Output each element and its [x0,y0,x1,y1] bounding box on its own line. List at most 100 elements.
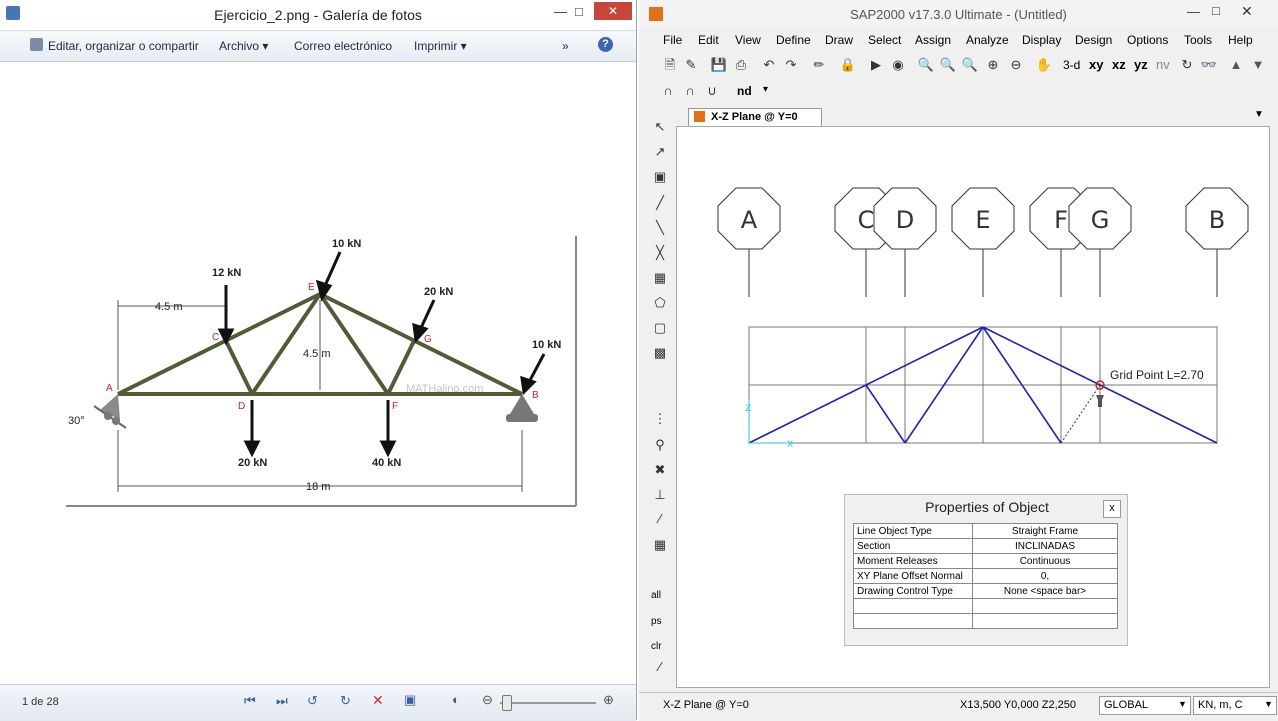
frame-assign-icon[interactable]: ∩ [681,82,699,100]
table-row [853,598,1118,614]
move-up-icon[interactable]: ▲ [1227,56,1245,74]
open-icon[interactable]: ✎ [682,56,700,74]
snap-grid-icon[interactable]: ▦ [651,536,669,554]
menu-select[interactable]: Select [868,33,901,47]
menu-edit[interactable]: Edit [698,33,719,47]
draw-joint-icon[interactable]: ▣ [651,168,669,186]
zoom-out-icon[interactable]: ⊖ [482,692,493,708]
snap-points-icon[interactable]: ⋮ [651,410,669,428]
property-value[interactable]: Straight Frame [972,523,1118,539]
correo-electronico-button[interactable]: Correo electrónico [294,39,392,53]
run-analysis-icon[interactable]: ▶ [867,56,885,74]
more-chevron-icon[interactable]: » [562,39,569,53]
snap-ends-icon[interactable]: ⚲ [651,436,669,454]
coord-system-select[interactable]: GLOBAL ▼ [1099,696,1191,715]
table-row: Drawing Control Type None <space bar> [853,583,1118,599]
run-now-icon[interactable]: ◉ [889,56,907,74]
menu-analyze[interactable]: Analyze [966,33,1009,47]
draw-frame-icon[interactable]: ╱ [651,194,669,212]
rubber-band-zoom-icon[interactable]: 🔍 [917,56,935,74]
quick-draw-frame-icon[interactable]: ╲ [651,219,669,237]
units-select[interactable]: KN, m, C ▼ [1193,696,1277,715]
properties-close-button[interactable]: x [1103,500,1121,518]
draw-rect-area-icon[interactable]: ▢ [651,319,669,337]
minimize-button[interactable]: — [554,4,567,19]
intersecting-line-select-icon[interactable]: ∕ [651,658,669,676]
lock-icon[interactable]: 🔒 [839,56,857,74]
menu-view[interactable]: View [735,33,761,47]
close-button[interactable]: ✕ [594,2,632,20]
frame-releases-icon[interactable]: ∪ [703,82,721,100]
snap-perpendicular-icon[interactable]: ⊥ [651,486,669,504]
slideshow-icon[interactable]: ▣ [404,692,416,708]
archivo-menu[interactable]: Archivo ▾ [219,39,268,53]
view-3d-button[interactable]: 3-d [1063,58,1080,72]
property-value[interactable]: INCLINADAS [972,538,1118,554]
pan-icon[interactable]: ✋ [1035,56,1053,74]
rotate-left-icon[interactable]: ↺ [307,693,318,709]
zoom-slider-track[interactable] [500,702,596,704]
delete-icon[interactable]: ✕ [372,692,384,709]
next-icon[interactable]: ⏭ [276,693,288,709]
view-xy-button[interactable]: xy [1089,57,1103,72]
actual-size-icon[interactable]: ◐ [452,692,460,707]
view-xz-button[interactable]: xz [1112,57,1126,72]
draw-poly-area-icon[interactable]: ⬠ [651,294,669,312]
menu-define[interactable]: Define [776,33,811,47]
view-nv-button[interactable]: nv [1156,57,1170,72]
draw-secondary-icon[interactable]: ▦ [651,269,669,287]
property-value[interactable]: Continuous [972,553,1118,569]
frame-shape-icon[interactable]: ∩ [659,82,677,100]
menu-design[interactable]: Design [1075,33,1112,47]
property-value[interactable]: 0, [972,568,1118,584]
refresh-icon[interactable]: ✏ [810,56,828,74]
sap-maximize-button[interactable]: □ [1212,3,1220,18]
restore-previous-zoom-icon[interactable]: 🔍 [961,56,979,74]
imprimir-menu[interactable]: Imprimir ▾ [414,39,467,53]
menu-help[interactable]: Help [1228,33,1253,47]
previous-selection-button[interactable]: ps [651,616,662,627]
snap-intersection-icon[interactable]: ✖ [651,461,669,479]
property-value[interactable]: None <space bar> [972,583,1118,599]
menu-draw[interactable]: Draw [825,33,853,47]
previous-icon[interactable]: ⏮ [244,693,256,709]
perspective-icon[interactable]: 👓 [1200,56,1218,74]
sap-minimize-button[interactable]: — [1187,4,1200,19]
view-nd-button[interactable]: nd [737,84,752,98]
zoom-out-step-icon[interactable]: ⊖ [1007,56,1025,74]
menu-display[interactable]: Display [1022,33,1061,47]
edit-organize-share-menu[interactable]: Editar, organizar o compartir [48,39,199,53]
move-down-icon[interactable]: ▼ [1249,56,1267,74]
nd-dropdown-icon[interactable]: ▾ [763,84,768,95]
clear-selection-button[interactable]: clr [651,641,662,652]
undo-icon[interactable]: ↶ [760,56,778,74]
zoom-slider-thumb[interactable] [502,695,512,711]
zoom-in-step-icon[interactable]: ⊕ [984,56,1002,74]
menu-assign[interactable]: Assign [915,33,951,47]
menu-tools[interactable]: Tools [1184,33,1212,47]
help-icon[interactable]: ? [598,37,613,52]
tab-xz-plane[interactable]: X-Z Plane @ Y=0 [688,108,822,127]
redo-icon[interactable]: ↷ [782,56,800,74]
tab-list-dropdown-icon[interactable]: ▼ [1254,109,1264,120]
menu-options[interactable]: Options [1127,33,1168,47]
sap-close-button[interactable]: ✕ [1241,3,1253,20]
restore-full-view-icon[interactable]: 🔍 [939,56,957,74]
rotate-3d-icon[interactable]: ↻ [1178,56,1196,74]
print-icon[interactable]: ⎙ [732,56,750,74]
reshape-icon[interactable]: ↗ [651,143,669,161]
draw-brace-icon[interactable]: ╳ [651,244,669,262]
menu-file[interactable]: File [663,33,682,47]
snap-lines-icon[interactable]: ∕ [651,510,669,528]
select-all-button[interactable]: all [651,590,661,601]
save-icon[interactable]: 💾 [710,56,728,74]
maximize-button[interactable]: □ [575,4,583,19]
rotate-right-icon[interactable]: ↻ [340,693,351,709]
view-yz-button[interactable]: yz [1134,57,1148,72]
new-model-icon[interactable]: 🗎 [661,56,679,74]
properties-of-object-panel: Properties of Object x Line Object Type S… [844,494,1128,646]
zoom-in-icon[interactable]: ⊕ [603,692,614,708]
pointer-icon[interactable]: ↖ [651,118,669,136]
quick-draw-area-icon[interactable]: ▩ [651,344,669,362]
photo-status-bar: 1 de 28 ⏮ ⏭ ↺ ↻ ✕ ▣ ◐ ⊖ ⊕ [0,684,636,721]
